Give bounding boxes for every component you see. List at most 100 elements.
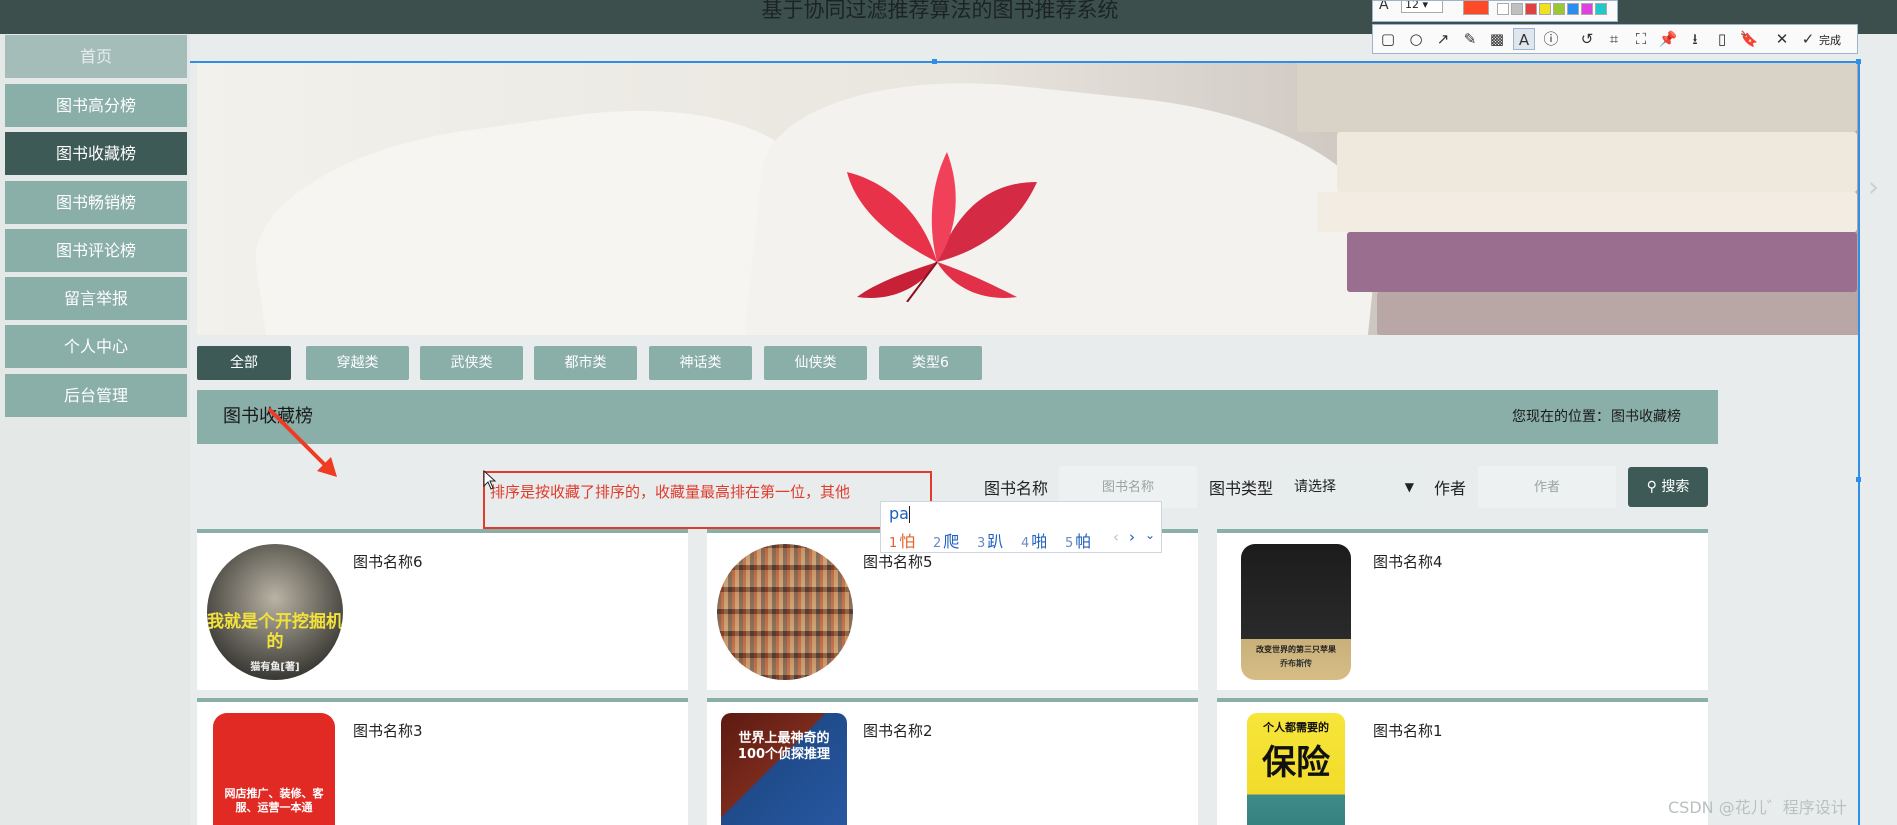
font-icon[interactable]: A (1379, 1, 1389, 13)
scan-icon[interactable]: ⛶ (1630, 28, 1652, 50)
book-title[interactable]: 图书名称3 (353, 720, 423, 741)
font-size-value: 12 (1405, 0, 1419, 11)
rectangle-icon[interactable]: ▢ (1377, 28, 1399, 50)
number-marker-icon[interactable]: ⓘ (1540, 28, 1562, 50)
stacked-book (1377, 292, 1857, 335)
book-type-selected: 请选择 (1294, 479, 1336, 495)
ocr-icon[interactable]: ⌗ (1603, 28, 1625, 50)
ime-prev-page-icon[interactable]: ‹ (1113, 528, 1119, 546)
sidebar-item-most-favorited[interactable]: 图书收藏榜 (5, 132, 187, 175)
author-input[interactable] (1478, 466, 1616, 508)
book-cover: 我就是个开挖掘机的 猫有鱼[著] (207, 544, 343, 680)
current-color-swatch[interactable] (1463, 1, 1489, 15)
annotation-note-box[interactable]: 排序是按收藏了排序的，收藏量最高排在第一位，其他 (483, 471, 932, 529)
sidebar-item-home[interactable]: 首页 (5, 35, 187, 78)
color-swatch[interactable] (1553, 3, 1565, 15)
mouse-cursor-icon (483, 470, 497, 490)
book-cover: 改变世界的第三只苹果 乔布斯传 (1241, 544, 1351, 680)
undo-icon[interactable]: ↺ (1576, 28, 1598, 50)
capture-style-bar: A 12 ▾ (1372, 0, 1618, 22)
ime-candidate[interactable]: 1怕 (889, 528, 915, 552)
ellipse-icon[interactable]: ○ (1405, 28, 1427, 50)
book-type-label: 图书类型 (1209, 479, 1274, 498)
bookshelf-books (717, 544, 853, 680)
chevron-down-icon: ▼ (1404, 480, 1414, 494)
open-book-left-page (241, 84, 833, 335)
close-icon[interactable]: ✕ (1771, 28, 1793, 50)
search-button[interactable]: ⚲ 搜索 (1628, 467, 1708, 507)
sidebar-item-top-rated[interactable]: 图书高分榜 (5, 84, 187, 127)
text-tool-icon[interactable]: A (1513, 28, 1535, 50)
color-swatch[interactable] (1567, 3, 1579, 15)
book-card[interactable]: 我就是个开挖掘机的 猫有鱼[著] 图书名称6 (197, 529, 688, 690)
book-cover: 个人都需要的 保险 (1247, 713, 1345, 825)
book-title[interactable]: 图书名称1 (1373, 720, 1443, 741)
tab-time-travel[interactable]: 穿越类 (306, 346, 409, 380)
ime-expand-icon[interactable]: ⌄ (1145, 528, 1155, 542)
sidebar: 首页 图书高分榜 图书收藏榜 图书畅销榜 图书评论榜 留言举报 个人中心 后台管… (0, 34, 190, 825)
done-button[interactable]: 完成 (1819, 32, 1841, 48)
ime-next-page-icon[interactable]: › (1129, 528, 1135, 546)
book-cover-subtitle: 个人都需要的 (1263, 721, 1329, 734)
tab-all[interactable]: 全部 (197, 346, 291, 380)
tab-xianxia[interactable]: 仙侠类 (764, 346, 867, 380)
book-type-select[interactable]: 请选择 ▼ (1284, 466, 1422, 508)
font-size-select[interactable]: 12 ▾ (1401, 0, 1443, 13)
color-swatch[interactable] (1497, 3, 1509, 15)
tab-mythology[interactable]: 神话类 (649, 346, 752, 380)
resize-handle[interactable] (1856, 477, 1861, 482)
ime-candidate[interactable]: 5帕 (1065, 528, 1091, 552)
book-title[interactable]: 图书名称5 (863, 551, 933, 572)
annotation-note-text: 排序是按收藏了排序的，收藏量最高排在第一位，其他 (490, 483, 851, 501)
banner-next-icon[interactable]: › (1868, 170, 1879, 203)
annotation-arrow-icon (267, 407, 337, 477)
sidebar-item-most-reviewed[interactable]: 图书评论榜 (5, 229, 187, 272)
banner-image (197, 62, 1858, 335)
book-title[interactable]: 图书名称2 (863, 720, 933, 741)
search-icon: ⚲ (1646, 479, 1657, 495)
pencil-icon[interactable]: ✎ (1459, 28, 1481, 50)
color-swatch[interactable] (1525, 3, 1537, 15)
tab-type6[interactable]: 类型6 (879, 346, 982, 380)
color-swatch[interactable] (1539, 3, 1551, 15)
stacked-book (1347, 232, 1857, 292)
sidebar-item-message-report[interactable]: 留言举报 (5, 277, 187, 320)
breadcrumb-prefix: 您现在的位置： (1512, 409, 1610, 425)
color-swatch[interactable] (1595, 3, 1607, 15)
ime-candidate-popup[interactable]: pa 1怕 2爬 3趴 4啪 5帕 ‹ › ⌄ (880, 501, 1162, 553)
ime-composition: pa (889, 504, 909, 523)
book-card[interactable]: 世界上最神奇的100个侦探推理 图书名称2 (707, 698, 1198, 825)
book-card[interactable]: 改变世界的第三只苹果 乔布斯传 图书名称4 (1217, 529, 1708, 690)
mosaic-icon[interactable]: ▩ (1486, 28, 1508, 50)
color-swatch[interactable] (1511, 3, 1523, 15)
sidebar-item-admin[interactable]: 后台管理 (5, 374, 187, 417)
arrow-icon[interactable]: ↗ (1432, 28, 1454, 50)
check-icon[interactable]: ✓ (1797, 28, 1819, 50)
book-title[interactable]: 图书名称6 (353, 551, 423, 572)
bookmark-icon[interactable]: 🔖 (1738, 28, 1760, 50)
book-card[interactable]: 图书名称5 (707, 529, 1198, 690)
book-name-label: 图书名称 (984, 479, 1049, 498)
stacked-book (1317, 192, 1857, 232)
ime-candidate[interactable]: 2爬 (933, 528, 959, 552)
capture-toolbar: ▢ ○ ↗ ✎ ▩ A ⓘ ↺ ⌗ ⛶ 📌 ⭳ ▯ 🔖 ✕ ✓ 完成 (1372, 24, 1858, 54)
tab-martial-arts[interactable]: 武侠类 (420, 346, 523, 380)
book-card[interactable]: 个人都需要的 保险 图书名称1 (1217, 698, 1708, 825)
watermark: CSDN @花儿゛程序设计 (1668, 798, 1847, 817)
color-swatch[interactable] (1581, 3, 1593, 15)
sidebar-item-personal-center[interactable]: 个人中心 (5, 325, 187, 368)
book-cover-title: 改变世界的第三只苹果 (1256, 645, 1336, 654)
download-icon[interactable]: ⭳ (1684, 28, 1706, 50)
stacked-book (1337, 132, 1857, 192)
breadcrumb-current: 图书收藏榜 (1611, 409, 1681, 425)
ime-candidate[interactable]: 4啪 (1021, 528, 1047, 552)
sidebar-item-best-selling[interactable]: 图书畅销榜 (5, 181, 187, 224)
ime-candidate[interactable]: 3趴 (977, 528, 1003, 552)
tab-urban[interactable]: 都市类 (534, 346, 637, 380)
book-cover-title: 保险 (1262, 743, 1330, 783)
book-card[interactable]: 网店推广、装修、客服、运营一本通 图书名称3 (197, 698, 688, 825)
pin-icon[interactable]: 📌 (1657, 28, 1679, 50)
book-title[interactable]: 图书名称4 (1373, 551, 1443, 572)
device-icon[interactable]: ▯ (1711, 28, 1733, 50)
red-leaf-icon (847, 152, 1037, 302)
